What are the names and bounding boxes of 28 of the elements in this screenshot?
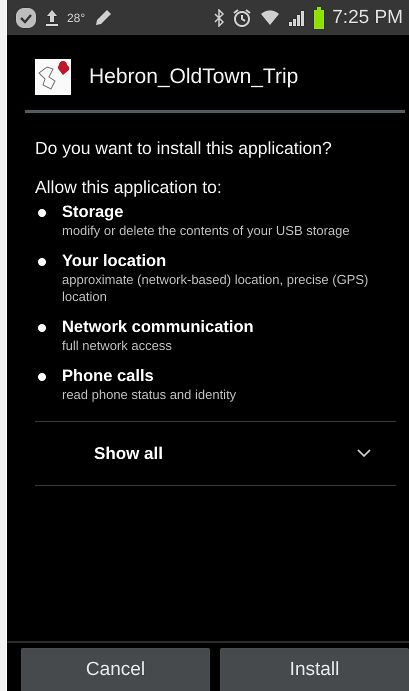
dialog-button[interactable]: Cancel xyxy=(21,648,210,691)
pencil-icon xyxy=(93,8,114,28)
permission-title: Network communication xyxy=(62,317,254,337)
bluetooth-icon xyxy=(214,8,224,26)
permission-title: Your location xyxy=(62,251,168,271)
clock-time: 7:25 PM xyxy=(332,6,403,28)
bullet-icon xyxy=(38,324,46,332)
temperature-text: 28° xyxy=(67,10,86,24)
wifi-icon xyxy=(260,8,280,28)
app-name: Hebron_OldTown_Trip xyxy=(89,64,298,88)
alarm-clock-icon xyxy=(232,8,252,28)
permission-description: modify or delete the contents of your USB storage xyxy=(62,222,350,239)
permission-description: full network access xyxy=(62,337,173,354)
permissions-heading: Allow this application to: xyxy=(35,177,223,198)
bullet-icon xyxy=(38,209,46,217)
permission-description: approximate (network-based) location, precise (GPS) location xyxy=(62,271,370,305)
install-question: Do you want to install this application? xyxy=(35,138,333,159)
bullet-icon xyxy=(38,373,46,381)
dialog-button[interactable]: Install xyxy=(220,648,409,691)
signal-icon xyxy=(288,8,306,26)
bullet-icon xyxy=(38,258,46,266)
upload-icon xyxy=(45,8,59,28)
permission-title: Phone calls xyxy=(62,366,155,386)
show-all-toggle[interactable]: Show all xyxy=(7,422,409,485)
permission-title: Storage xyxy=(62,202,124,222)
map-icon xyxy=(35,58,71,94)
battery-icon xyxy=(314,6,324,28)
permission-description: read phone status and identity xyxy=(62,386,236,403)
